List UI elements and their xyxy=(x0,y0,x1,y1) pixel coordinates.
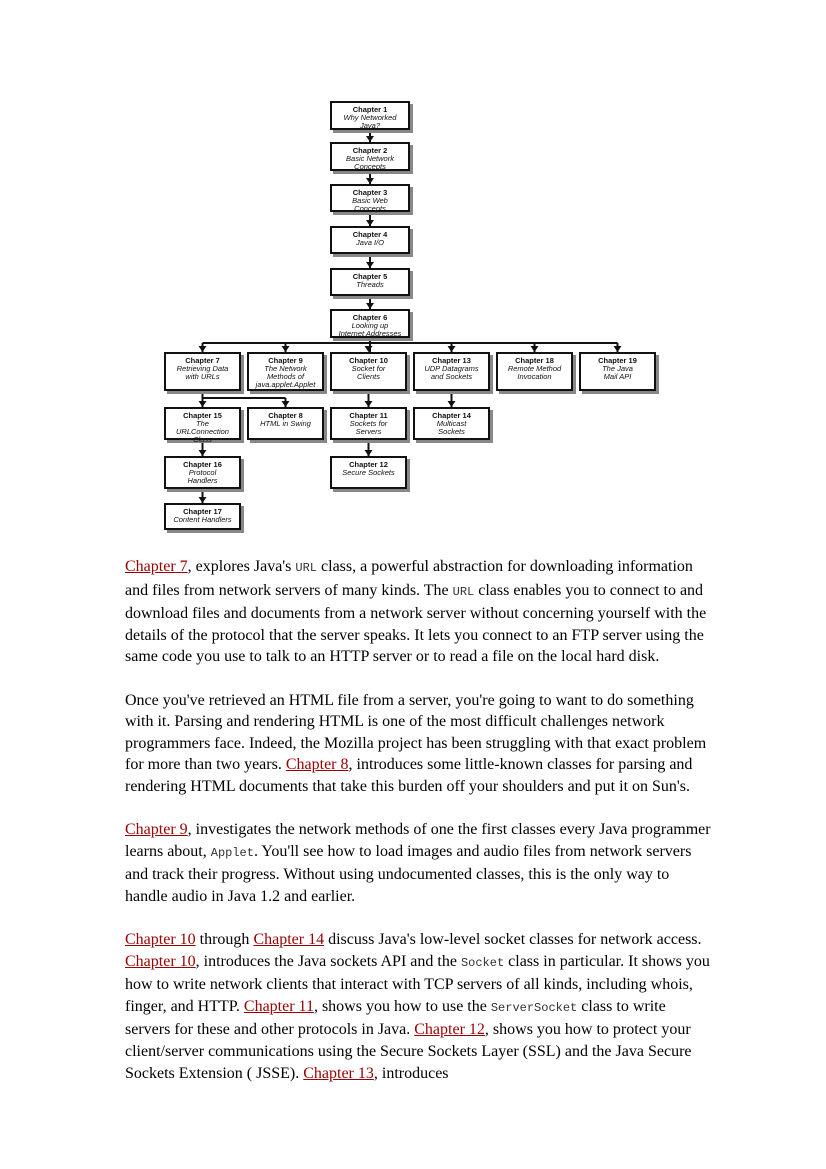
text-run: through xyxy=(195,931,254,949)
chapter-box-subtitle: The URLConnection Class xyxy=(176,419,229,444)
text-run: , explores Java's xyxy=(187,558,296,575)
paragraph: Chapter 7, explores Java's URL class, a … xyxy=(125,556,713,668)
chapter-box-subtitle: UDP Datagrams and Sockets xyxy=(424,364,479,381)
chapter-box-ch10: Chapter 10 Socket for Clients xyxy=(330,352,407,391)
code-term: URL xyxy=(295,561,318,575)
code-term: Socket xyxy=(460,955,505,970)
chapter-box-ch11: Chapter 11 Sockets for Servers xyxy=(330,407,407,440)
chapter-link[interactable]: Chapter 7 xyxy=(125,558,188,575)
chapter-box-ch4: Chapter 4 Java I/O xyxy=(330,226,410,254)
text-run: , introduces xyxy=(373,1064,449,1082)
chapter-box-subtitle: Content Handlers xyxy=(173,515,232,524)
chapter-box-subtitle: Socket for Clients xyxy=(351,364,386,381)
chapter-box-subtitle: Threads xyxy=(356,280,384,289)
chapter-box-ch2: Chapter 2 Basic Network Concepts xyxy=(330,142,410,171)
chapter-box-ch18: Chapter 18 Remote Method Invocation xyxy=(496,352,573,391)
chapter-box-ch7: Chapter 7 Retrieving Data with URLs xyxy=(164,352,241,391)
diagram-arrows xyxy=(198,130,622,503)
chapter-dependency-diagram: Chapter 1 Why Networked Java? Chapter 2 Bas… xyxy=(0,0,826,545)
chapter-box-subtitle: Secure Sockets xyxy=(342,468,395,477)
chapter-box-subtitle: Looking up Internet Addresses xyxy=(338,321,402,338)
code-term: ServerSocket xyxy=(490,1000,578,1015)
chapter-box-ch9: Chapter 9 The Network Methods of java.app… xyxy=(247,352,324,391)
chapter-box-ch15: Chapter 15 The URLConnection Class xyxy=(164,407,241,444)
chapter-box-subtitle: The Java Mail API xyxy=(602,364,633,381)
chapter-link[interactable]: Chapter 9 xyxy=(125,821,188,838)
text-run: discuss Java's low-level socket classes … xyxy=(324,931,702,949)
code-term: Applet xyxy=(210,845,254,860)
paragraph: Once you've retrieved an HTML file from … xyxy=(125,690,713,798)
chapter-box-subtitle: Java I/O xyxy=(356,238,384,247)
chapter-box-ch16: Chapter 16 Protocol Handlers xyxy=(164,456,241,489)
text-run: , introduces the Java sockets API and th… xyxy=(195,952,461,970)
chapter-link[interactable]: Chapter 11 xyxy=(244,998,314,1015)
chapter-link[interactable]: Chapter 12 xyxy=(414,1021,485,1038)
chapter-link[interactable]: Chapter 10 xyxy=(125,931,196,948)
paragraph: Chapter 9, investigates the network meth… xyxy=(125,819,713,907)
chapter-box-subtitle: Basic Network Concepts xyxy=(346,154,394,171)
code-term: URL xyxy=(452,584,475,599)
paragraph: Chapter 10 through Chapter 14 discuss Ja… xyxy=(125,929,713,1084)
chapter-box-ch3: Chapter 3 Basic Web Concepts xyxy=(330,184,410,213)
chapter-box-ch17: Chapter 17 Content Handlers xyxy=(164,503,241,530)
chapter-box-subtitle: Sockets for Servers xyxy=(349,419,388,436)
chapter-box-subtitle: Remote Method Invocation xyxy=(507,364,562,381)
chapter-box-subtitle: HTML in Swing xyxy=(260,419,311,428)
chapter-box-subtitle: Basic Web Concepts xyxy=(352,196,388,213)
body-text: Chapter 7, explores Java's URL class, a … xyxy=(125,556,713,1106)
chapter-box-subtitle: Why Networked Java? xyxy=(343,113,397,130)
chapter-link[interactable]: Chapter 14 xyxy=(253,931,324,948)
chapter-box-ch5: Chapter 5 Threads xyxy=(330,268,410,296)
chapter-box-ch8: Chapter 8 HTML in Swing xyxy=(247,407,324,440)
chapter-box-subtitle: Protocol Handlers xyxy=(187,468,218,485)
chapter-link[interactable]: Chapter 13 xyxy=(303,1065,374,1082)
chapter-box-ch19: Chapter 19 The Java Mail API xyxy=(579,352,656,391)
chapter-box-ch1: Chapter 1 Why Networked Java? xyxy=(330,101,410,130)
chapter-box-subtitle: The Network Methods of java.applet.Apple… xyxy=(255,364,316,389)
chapter-box-ch14: Chapter 14 Multicast Sockets xyxy=(413,407,490,440)
chapter-link[interactable]: Chapter 8 xyxy=(286,756,349,773)
chapter-box-ch6: Chapter 6 Looking up Internet Addresses xyxy=(330,309,410,338)
text-run: , shows you how to use the xyxy=(313,997,491,1015)
chapter-box-subtitle: Multicast Sockets xyxy=(436,419,467,436)
chapter-box-ch13: Chapter 13 UDP Datagrams and Sockets xyxy=(413,352,490,391)
chapter-link[interactable]: Chapter 10 xyxy=(125,953,196,970)
chapter-box-subtitle: Retrieving Data with URLs xyxy=(176,364,229,381)
chapter-box-ch12: Chapter 12 Secure Sockets xyxy=(330,456,407,489)
